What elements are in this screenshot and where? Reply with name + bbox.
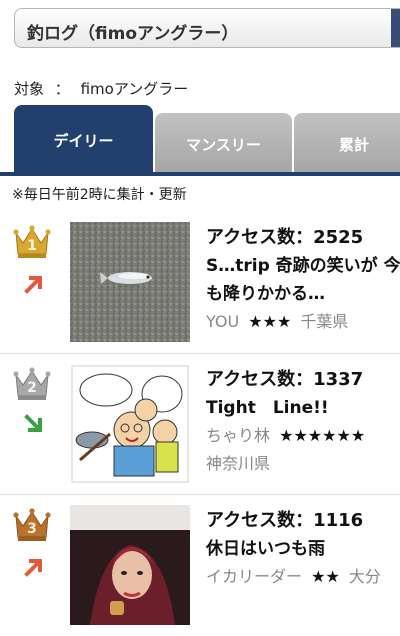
- post-title[interactable]: 休日はいつも雨: [206, 535, 400, 563]
- post-info: アクセス数：2525 S…trip 奇跡の笑いが 今 も降りかかる… YOU ★…: [206, 226, 400, 336]
- rank-number: 1: [27, 238, 37, 254]
- update-note: ※毎日午前2時に集計・更新: [12, 187, 187, 203]
- target-separator: ：: [54, 80, 70, 98]
- rating-stars: ★★★★★★: [279, 426, 366, 445]
- page-title: 釣ログ（fimoアングラー）: [27, 24, 239, 44]
- rating-stars: ★★: [311, 567, 340, 586]
- access-count: アクセス数：1116: [206, 510, 364, 531]
- post-info: アクセス数：1337 Tight Line!! ちゃり林 ★★★★★★ 神奈川県: [206, 368, 400, 478]
- tab-monthly[interactable]: マンスリー: [155, 113, 292, 175]
- ranking-row[interactable]: 1 アクセス数：2525 S…trip 奇跡の笑いが 今 も降りかかる… YOU…: [0, 212, 400, 353]
- post-title-line1: 休日はいつも雨: [206, 539, 325, 559]
- post-title-line1: Tight Line!!: [206, 398, 329, 418]
- post-meta: ちゃり林 ★★★★★★ 神奈川県: [206, 422, 400, 478]
- illustration-photo: [70, 364, 190, 484]
- post-title[interactable]: S…trip 奇跡の笑いが 今 も降りかかる…: [206, 252, 400, 308]
- gold-crown-icon: 1: [13, 225, 51, 258]
- tab-daily[interactable]: デイリー: [14, 105, 153, 175]
- post-thumbnail[interactable]: [70, 505, 190, 625]
- title-bar-edge: [391, 9, 400, 47]
- post-title-line2: も降りかかる…: [206, 284, 325, 304]
- silver-crown-icon: 2: [13, 367, 51, 400]
- target-label: 対象: [14, 80, 45, 98]
- trend-down-arrow-icon: [24, 414, 42, 432]
- rank-number: 3: [27, 521, 37, 537]
- ranking-row[interactable]: 3 アクセス数：1116 休日はいつも雨 イカリーダー ★★ 大分: [0, 494, 400, 636]
- period-tabs: デイリー マンスリー 累計: [0, 105, 400, 175]
- user-name[interactable]: イカリーダー: [206, 567, 302, 586]
- target-line: 対象 ： fimoアングラー: [14, 78, 188, 99]
- location: 千葉県: [300, 312, 349, 331]
- post-title[interactable]: Tight Line!!: [206, 394, 400, 422]
- post-info: アクセス数：1116 休日はいつも雨 イカリーダー ★★ 大分: [206, 509, 400, 591]
- location: 大分: [348, 567, 381, 586]
- tab-underline: [0, 172, 400, 176]
- ranking-row[interactable]: 2 アクセス数：1337 Tight Line!! ちゃり林 ★★★★★★ 神奈…: [0, 353, 400, 495]
- location: 神奈川県: [206, 454, 271, 473]
- post-title-line1: S…trip 奇跡の笑いが 今: [206, 256, 400, 276]
- rating-stars: ★★★: [248, 312, 292, 331]
- trend-up-arrow-icon: [24, 559, 42, 577]
- user-name[interactable]: ちゃり林: [206, 426, 270, 445]
- user-name[interactable]: YOU: [206, 312, 239, 331]
- fish-photo: [70, 222, 190, 342]
- app-title-bar: 釣ログ（fimoアングラー）: [14, 8, 400, 48]
- bronze-crown-icon: 3: [13, 508, 51, 541]
- access-count: アクセス数：2525: [206, 227, 364, 248]
- target-value: fimoアングラー: [80, 80, 189, 98]
- portrait-photo: [70, 505, 190, 625]
- post-thumbnail[interactable]: [70, 364, 190, 484]
- post-meta: YOU ★★★ 千葉県: [206, 308, 400, 336]
- tab-total[interactable]: 累計: [294, 113, 400, 175]
- rank-number: 2: [27, 380, 37, 396]
- post-meta: イカリーダー ★★ 大分: [206, 563, 400, 591]
- post-thumbnail[interactable]: [70, 222, 190, 342]
- access-count: アクセス数：1337: [206, 369, 364, 390]
- trend-up-arrow-icon: [24, 276, 42, 294]
